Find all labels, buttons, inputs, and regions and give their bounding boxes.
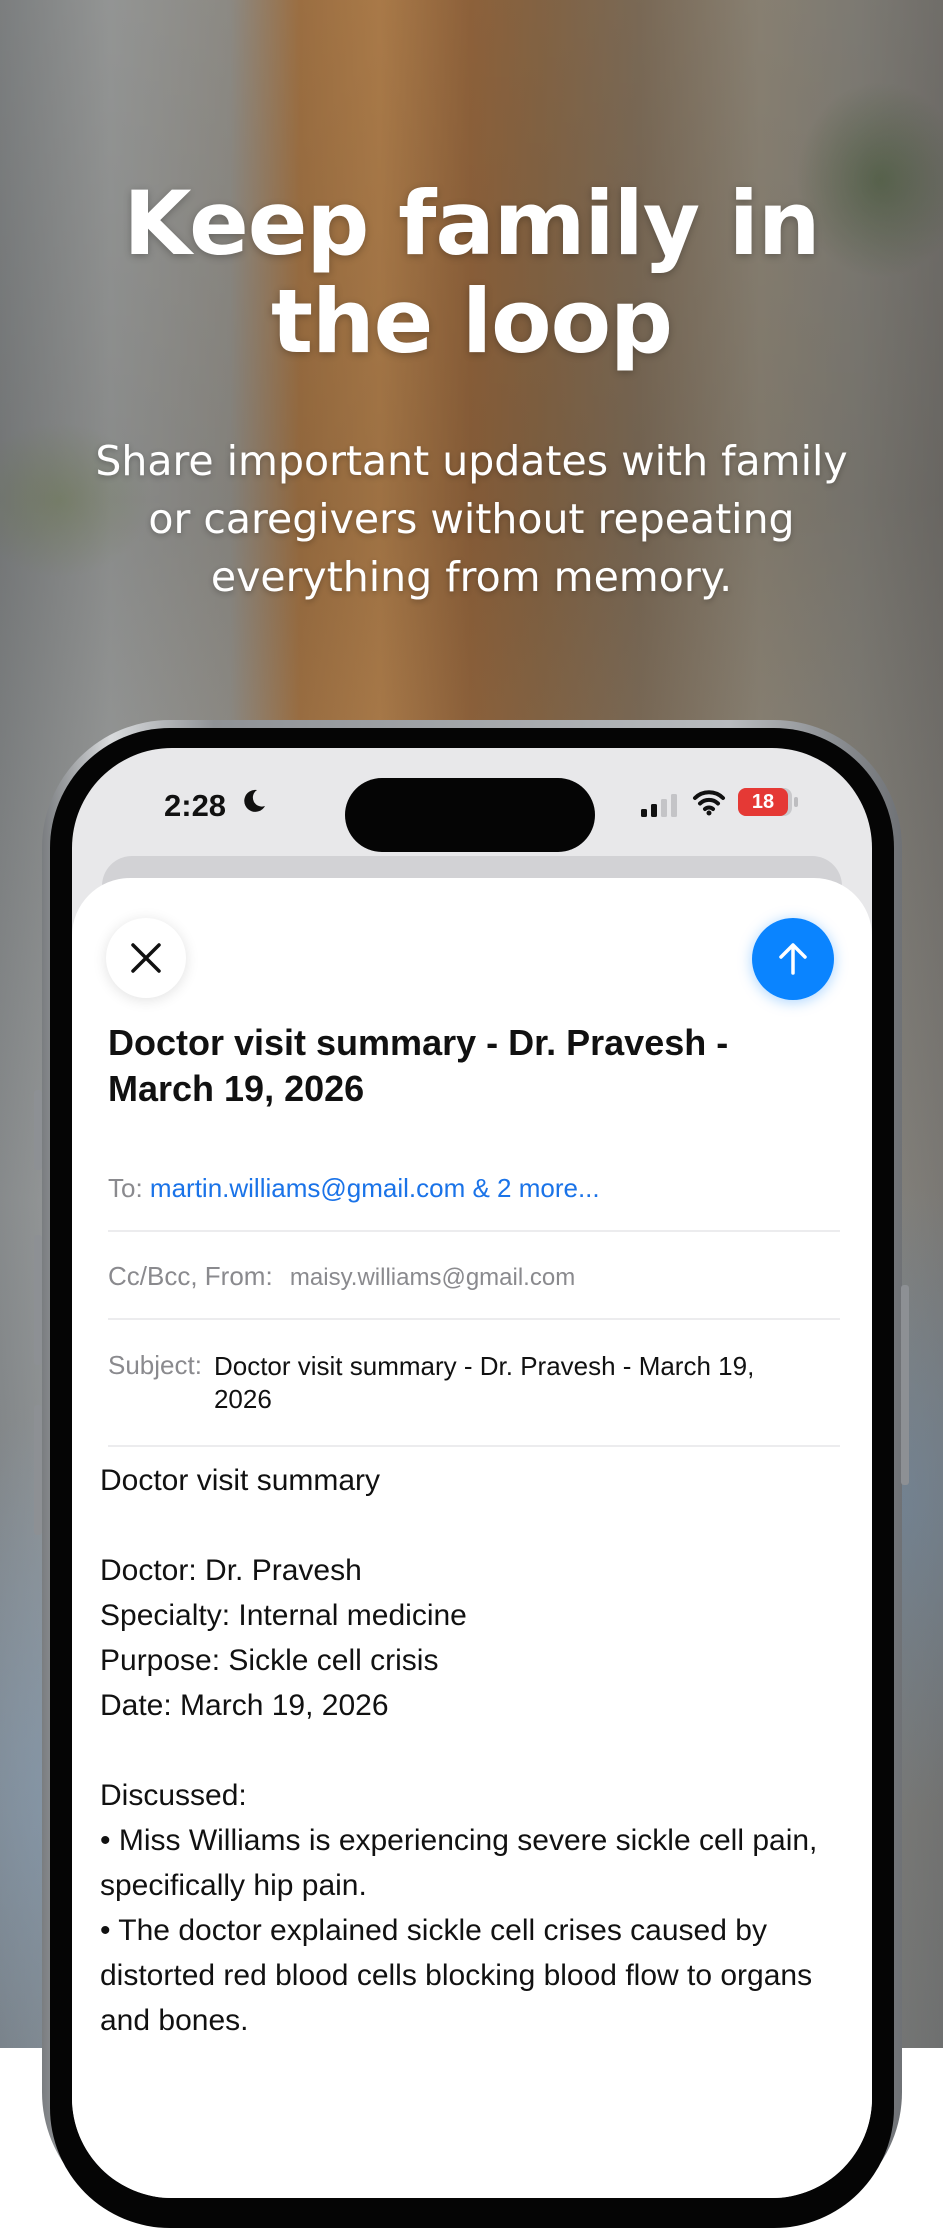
cc-bcc-from-label: Cc/Bcc, From:: [108, 1261, 273, 1291]
close-button[interactable]: [106, 918, 186, 998]
to-label: To:: [108, 1173, 143, 1203]
status-time: 2:28: [164, 788, 227, 823]
phone-screen: 2:28 18 Doctor visit summary - Dr. Prave…: [72, 748, 872, 2198]
subject-value[interactable]: Doctor visit summary - Dr. Pravesh - Mar…: [214, 1350, 814, 1416]
dynamic-island: [345, 778, 595, 852]
moon-icon: [244, 789, 265, 812]
email-title: Doctor visit summary - Dr. Pravesh - Mar…: [108, 1022, 729, 1109]
to-recipients[interactable]: martin.williams@gmail.com & 2 more...: [150, 1173, 600, 1203]
divider: [108, 1230, 840, 1232]
battery-nub: [794, 797, 798, 807]
to-field[interactable]: To: martin.williams@gmail.com & 2 more..…: [108, 1173, 840, 1204]
phone-side-button: [34, 1405, 42, 1535]
subject-label: Subject:: [108, 1350, 202, 1380]
compose-sheet: Doctor visit summary - Dr. Pravesh - Mar…: [72, 878, 872, 2198]
battery-icon: 18: [738, 788, 788, 816]
wifi-icon: [693, 790, 725, 816]
divider: [108, 1445, 840, 1447]
send-button[interactable]: [752, 918, 834, 1000]
close-icon: [131, 943, 161, 973]
divider: [108, 1318, 840, 1320]
subject-field[interactable]: Subject: Doctor visit summary - Dr. Prav…: [108, 1350, 840, 1416]
phone-side-button: [34, 1235, 42, 1365]
phone-side-button: [34, 1090, 42, 1170]
hero-subtitle: Share important updates with family or c…: [95, 437, 848, 601]
from-address: maisy.williams@gmail.com: [289, 1264, 576, 1291]
signal-icon: [641, 794, 677, 817]
arrow-up-icon: [779, 943, 807, 975]
phone-power-button: [901, 1285, 909, 1485]
email-body[interactable]: Doctor visit summary Doctor: Dr. Pravesh…: [100, 1458, 840, 2043]
cc-bcc-from-field[interactable]: Cc/Bcc, From: maisy.williams@gmail.com: [108, 1261, 840, 1292]
hero-title: Keep family in the loop: [123, 172, 820, 373]
